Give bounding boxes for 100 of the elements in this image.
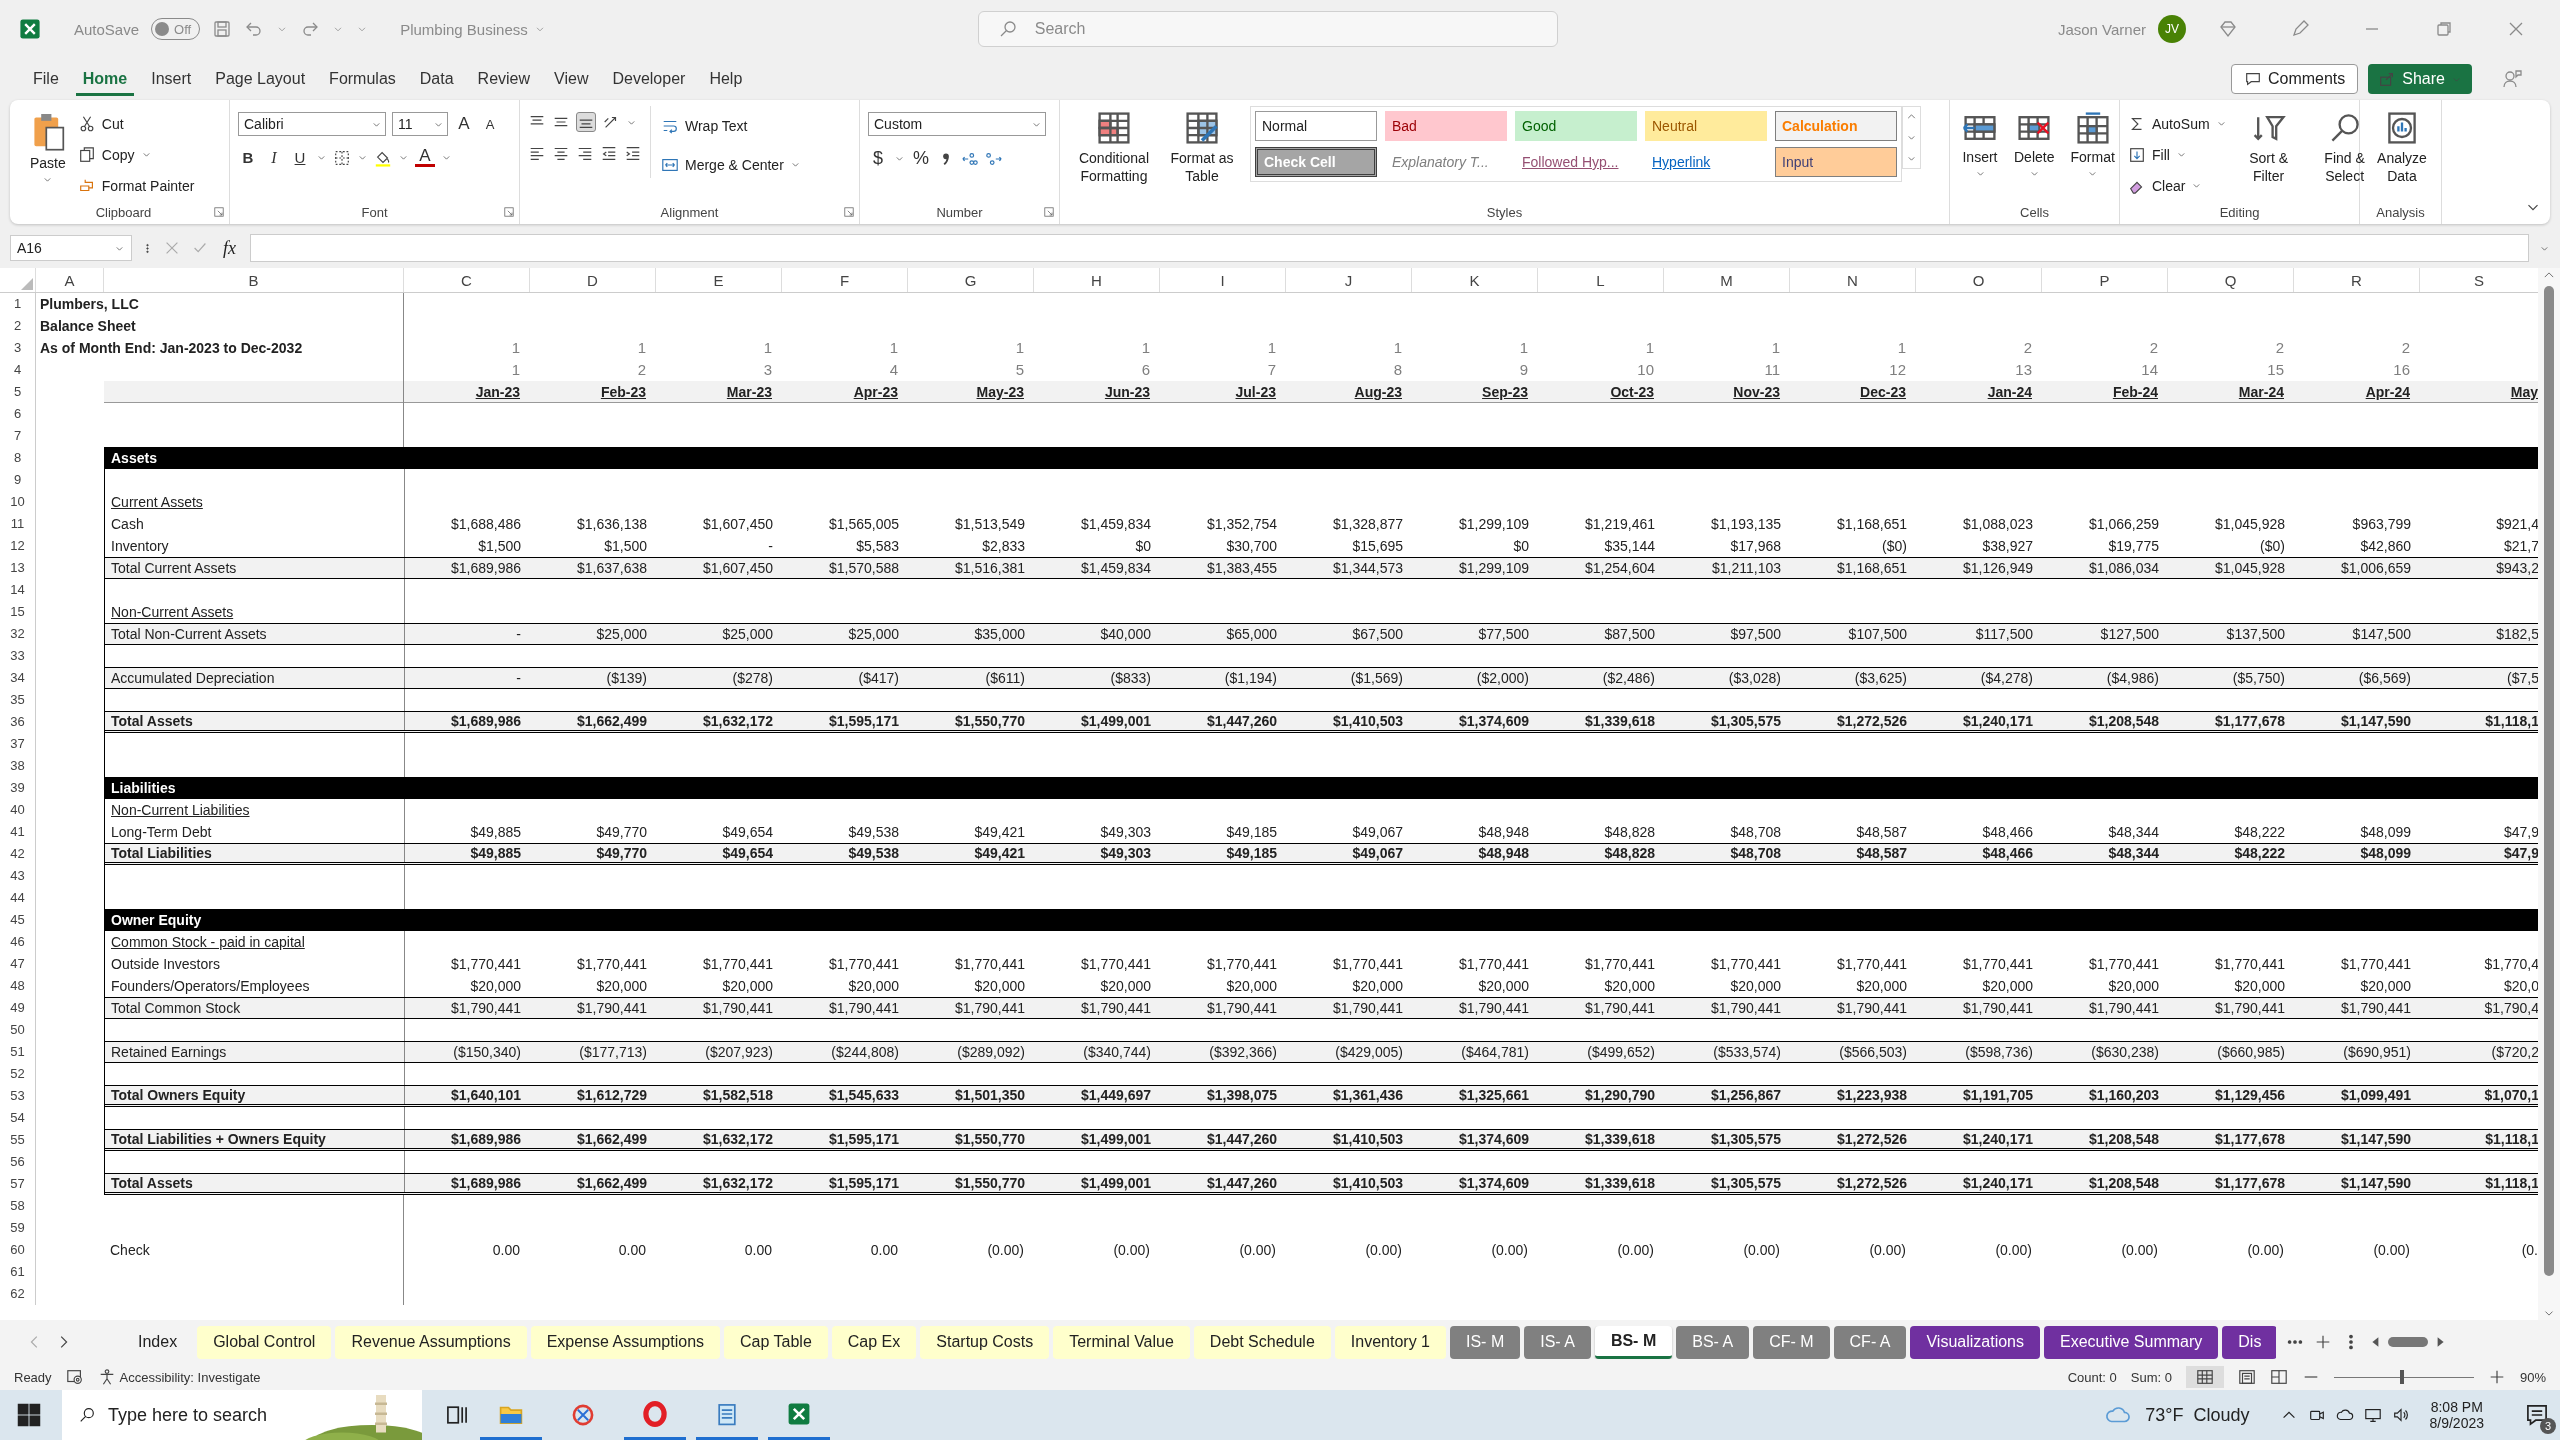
new-sheet-icon[interactable] — [2314, 1333, 2332, 1351]
decrease-indent-icon[interactable] — [600, 144, 618, 162]
macro-recorder-icon[interactable] — [65, 1368, 84, 1386]
page-layout-icon[interactable] — [2237, 1368, 2256, 1386]
menu-tab[interactable]: Formulas — [322, 62, 403, 96]
sheet-tab[interactable]: IS- A — [1524, 1325, 1591, 1359]
insert-button[interactable]: Insert — [1958, 106, 2002, 200]
fill-button[interactable]: Fill — [2128, 141, 2227, 168]
column-header[interactable]: B — [104, 268, 404, 292]
user-avatar[interactable]: JV — [2158, 15, 2186, 43]
cell-style[interactable]: Normal — [1255, 111, 1377, 141]
merge-center-button[interactable]: Merge & Center — [661, 151, 801, 178]
menu-tab[interactable]: Insert — [144, 62, 199, 96]
increase-indent-icon[interactable] — [624, 144, 642, 162]
menu-tab[interactable]: Home — [75, 62, 135, 96]
delete-button[interactable]: Delete — [2010, 106, 2059, 200]
page-break-icon[interactable] — [2269, 1368, 2288, 1386]
format-painter-button[interactable]: Format Painter — [77, 172, 195, 199]
sheet-tab[interactable]: Terminal Value — [1053, 1325, 1190, 1359]
column-header[interactable]: L — [1538, 268, 1664, 292]
italic-button[interactable]: I — [264, 148, 284, 167]
browser-icon[interactable] — [642, 1400, 668, 1427]
column-header[interactable]: K — [1412, 268, 1538, 292]
column-header[interactable]: P — [2042, 268, 2168, 292]
sheet-tab[interactable]: Visualizations — [1910, 1325, 2040, 1359]
bold-button[interactable]: B — [238, 149, 258, 166]
sheet-tab[interactable]: Cap Table — [724, 1325, 828, 1359]
sheet-tab[interactable]: IS- M — [1450, 1325, 1521, 1359]
coauthor-icon[interactable] — [2502, 69, 2522, 89]
cut-button[interactable]: Cut — [77, 110, 195, 137]
search-field[interactable]: Search — [977, 11, 1558, 47]
conditional-formatting-button[interactable]: Conditional Formatting — [1068, 106, 1160, 200]
sheet-tab[interactable]: Startup Costs — [920, 1325, 1050, 1359]
sheet-tab[interactable]: Revenue Assumptions — [335, 1325, 527, 1359]
column-header[interactable]: D — [530, 268, 656, 292]
cell-style[interactable]: Bad — [1385, 111, 1507, 141]
align-bottom-icon[interactable] — [576, 112, 596, 132]
column-header[interactable]: E — [656, 268, 782, 292]
wrap-text-button[interactable]: Wrap Text — [661, 112, 801, 139]
sheet-tab[interactable]: BS- M — [1594, 1325, 1673, 1359]
copy-button[interactable]: Copy — [77, 141, 195, 168]
cell-style[interactable]: Hyperlink — [1645, 147, 1767, 177]
menu-tab[interactable]: File — [26, 62, 66, 96]
name-box[interactable]: A16 — [10, 235, 132, 261]
sheet-tab[interactable]: Cap Ex — [831, 1325, 917, 1359]
paste-button[interactable]: Paste — [26, 106, 70, 189]
save-icon[interactable] — [212, 19, 233, 39]
shrink-font-button[interactable]: A — [480, 116, 500, 132]
normal-view-icon[interactable] — [2195, 1368, 2214, 1386]
insert-function-button[interactable]: fx — [219, 237, 240, 259]
analyze-data-button[interactable]: Analyze Data — [2368, 106, 2436, 200]
select-all-icon[interactable] — [21, 278, 33, 290]
pen-icon[interactable] — [2290, 19, 2310, 39]
cell-style[interactable]: Explanatory T... — [1385, 147, 1507, 177]
diamond-icon[interactable] — [2218, 19, 2238, 39]
sort-filter-button[interactable]: Sort & Filter — [2234, 106, 2303, 200]
dialog-launcher-icon[interactable] — [213, 206, 225, 218]
column-header[interactable]: C — [404, 268, 530, 292]
zoom-level[interactable]: 90% — [2519, 1369, 2546, 1385]
clear-button[interactable]: Clear — [2128, 172, 2227, 199]
autosum-button[interactable]: AutoSum — [2128, 110, 2227, 137]
notification-icon[interactable] — [2524, 1402, 2550, 1428]
menu-tab[interactable]: Help — [702, 62, 750, 96]
restore-icon[interactable] — [2434, 19, 2454, 39]
dialog-launcher-icon[interactable] — [843, 206, 855, 218]
menu-tab[interactable]: View — [547, 62, 596, 96]
menu-tab[interactable]: Data — [412, 62, 461, 96]
font-name-dropdown[interactable]: Calibri — [238, 112, 386, 136]
column-header[interactable]: S — [2420, 268, 2538, 292]
sheet-tab[interactable]: CF- A — [1833, 1325, 1907, 1359]
sheet-tab[interactable]: Global Control — [197, 1325, 332, 1359]
network-icon[interactable] — [2363, 1406, 2382, 1424]
sheet-tab[interactable]: CF- M — [1753, 1325, 1830, 1359]
dialog-launcher-icon[interactable] — [1043, 206, 1055, 218]
dialog-launcher-icon[interactable] — [503, 206, 515, 218]
borders-icon[interactable] — [333, 148, 351, 167]
column-header[interactable]: H — [1034, 268, 1160, 292]
volume-icon[interactable] — [2391, 1406, 2410, 1424]
zoom-slider[interactable] — [2399, 1369, 2404, 1384]
menu-tab[interactable]: Developer — [605, 62, 693, 96]
sheet-tab[interactable]: Debt Schedule — [1193, 1325, 1331, 1359]
font-color-button[interactable]: A — [415, 148, 435, 167]
windows-start-icon[interactable] — [16, 1402, 42, 1428]
menu-tab[interactable]: Page Layout — [208, 62, 313, 96]
clock-date[interactable]: 8/9/2023 — [2429, 1415, 2484, 1431]
vertical-scrollbar[interactable] — [2538, 268, 2560, 1320]
column-header[interactable]: J — [1286, 268, 1412, 292]
sheet-tab[interactable]: Index — [122, 1325, 194, 1359]
accessibility-button[interactable]: Accessibility: Investigate — [97, 1368, 261, 1386]
column-header[interactable]: F — [782, 268, 908, 292]
cell-style[interactable]: Input — [1775, 147, 1897, 177]
cell-style[interactable]: Neutral — [1645, 111, 1767, 141]
number-format-dropdown[interactable]: Custom — [868, 112, 1046, 136]
column-header[interactable]: M — [1664, 268, 1790, 292]
sheet-tab[interactable]: Inventory 1 — [1334, 1325, 1446, 1359]
grow-font-button[interactable]: A — [454, 114, 474, 134]
underline-button[interactable]: U — [290, 149, 310, 166]
percent-button[interactable]: % — [911, 148, 931, 169]
column-header[interactable]: A — [36, 268, 104, 292]
column-header[interactable]: Q — [2168, 268, 2294, 292]
